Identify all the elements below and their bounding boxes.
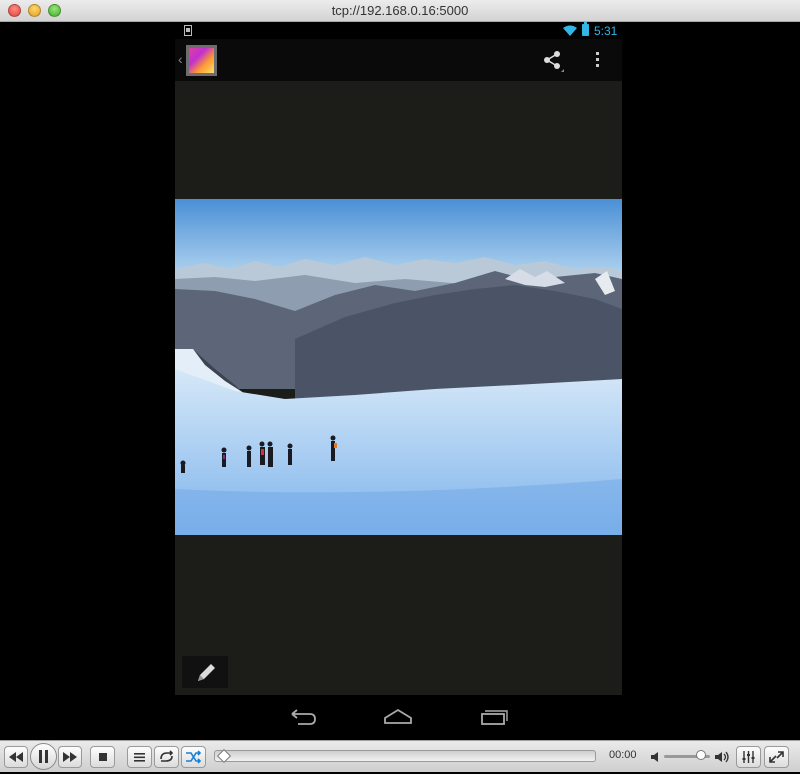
playlist-button[interactable] — [127, 746, 152, 768]
home-icon[interactable] — [383, 705, 413, 727]
shuffle-button[interactable] — [181, 746, 206, 768]
volume-knob[interactable] — [696, 750, 706, 760]
battery-icon — [582, 22, 589, 36]
pause-button[interactable] — [30, 743, 57, 770]
fast-forward-icon — [63, 752, 77, 762]
volume-high-icon[interactable] — [714, 750, 730, 764]
back-icon[interactable] — [288, 705, 318, 727]
loop-button[interactable] — [154, 746, 179, 768]
seek-bar[interactable] — [214, 748, 596, 764]
loop-icon — [160, 750, 174, 762]
overflow-menu-icon[interactable] — [591, 49, 603, 71]
status-time: 5:31 — [594, 24, 618, 38]
up-caret-icon[interactable]: ‹ — [178, 51, 183, 67]
mountain-photo — [175, 199, 622, 535]
equalizer-icon — [742, 751, 755, 763]
fast-forward-button[interactable] — [58, 746, 82, 768]
vlc-window: tcp://192.168.0.16:5000 5:31 ‹ 00:00 — [0, 0, 800, 772]
elapsed-time: 00:00 — [609, 749, 637, 761]
stop-icon — [99, 753, 107, 761]
volume-low-icon[interactable] — [650, 750, 662, 764]
player-controls: 00:00 — [0, 740, 800, 772]
playlist-icon — [134, 753, 145, 762]
stop-button[interactable] — [90, 746, 115, 768]
android-nav-bar — [175, 695, 622, 740]
shuffle-icon — [186, 750, 202, 764]
rewind-button[interactable] — [4, 746, 28, 768]
status-bar: 5:31 — [175, 22, 622, 39]
fullscreen-button[interactable] — [764, 746, 789, 768]
photo-view[interactable] — [175, 199, 622, 535]
wifi-icon — [563, 25, 577, 36]
window-title: tcp://192.168.0.16:5000 — [331, 3, 469, 18]
equalizer-button[interactable] — [736, 746, 761, 768]
notification-icon — [184, 25, 192, 36]
gallery-app-icon[interactable] — [186, 45, 217, 76]
edit-button[interactable] — [182, 656, 228, 688]
pencil-icon — [198, 664, 215, 681]
seek-knob[interactable] — [216, 748, 232, 764]
pause-icon — [39, 750, 48, 763]
android-screen: 5:31 ‹ — [175, 22, 622, 695]
share-icon[interactable] — [539, 48, 565, 74]
rewind-icon — [9, 752, 23, 762]
title-bar: tcp://192.168.0.16:5000 — [0, 0, 800, 22]
recents-icon[interactable] — [479, 705, 509, 727]
action-bar: ‹ — [175, 39, 622, 81]
fullscreen-icon — [769, 751, 784, 763]
